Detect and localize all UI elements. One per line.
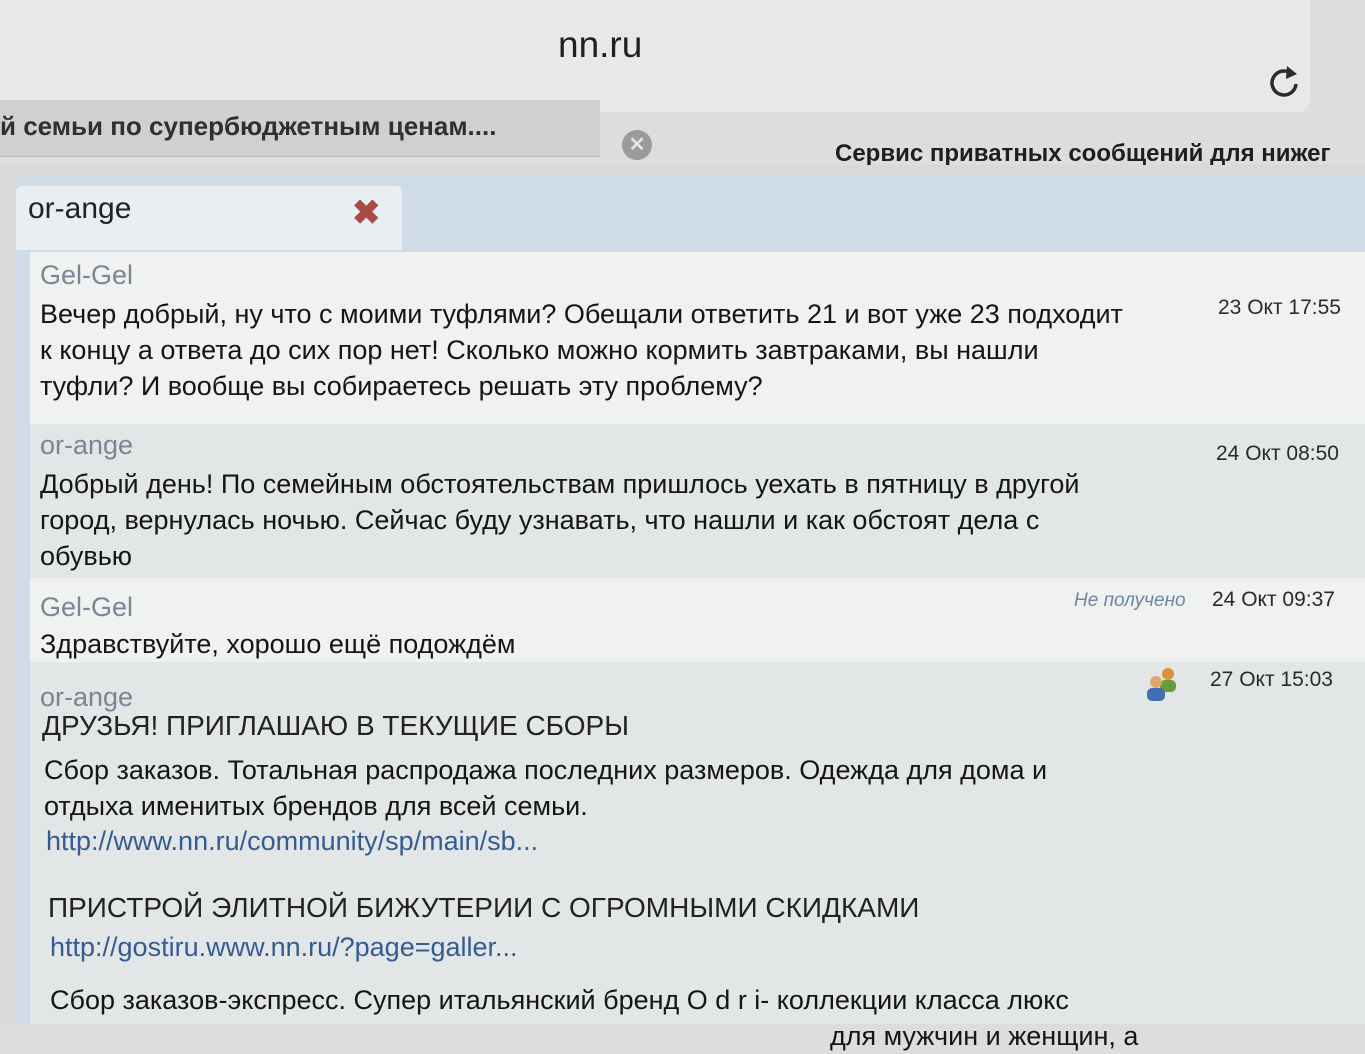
message-heading: ПРИСТРОЙ ЭЛИТНОЙ БИЖУТЕРИИ С ОГРОМНЫМИ С… — [48, 892, 920, 923]
message-line: Добрый день! По семейным обстоятельствам… — [40, 469, 1080, 499]
message-author[interactable]: Gel-Gel — [40, 592, 133, 623]
browser-tab-1[interactable]: й семьи по супербюджетным ценам.... — [0, 100, 600, 157]
browser-tab-2-title[interactable]: Сервис приватных сообщений для нижег — [835, 140, 1365, 168]
message-line: Вечер добрый, ну что с моими туфлями? Об… — [40, 299, 1123, 329]
message-line: Здравствуйте, хорошо ещё подождём — [40, 629, 516, 659]
address-bar[interactable]: nn.ru — [0, 0, 1310, 112]
browser-tab-1-title: й семьи по супербюджетным ценам.... — [0, 111, 497, 141]
message-author[interactable]: Gel-Gel — [40, 260, 133, 291]
message-text: Сбор заказов. Тотальная распродажа после… — [44, 752, 1209, 824]
message-time: 27 Окт 15:03 — [1210, 668, 1333, 691]
delivery-status: Не получено — [1074, 590, 1186, 611]
chat-tab-title[interactable]: or-ange — [28, 192, 131, 226]
message-link[interactable]: http://www.nn.ru/community/sp/main/sb... — [46, 826, 538, 857]
message-item: or-ange 27 Окт 15:03 ДРУЗЬЯ! ПРИГЛАШАЮ В… — [30, 662, 1365, 1051]
message-line: Сбор заказов. Тотальная распродажа после… — [44, 755, 1048, 785]
message-text: Здравствуйте, хорошо ещё подождём — [40, 626, 1205, 662]
message-line: отдыха именитых брендов для всей семьи. — [44, 791, 588, 821]
message-item: Gel-Gel 23 Окт 17:55 Вечер добрый, ну чт… — [30, 252, 1365, 424]
message-line: обувью — [40, 541, 133, 571]
message-item: or-ange 24 Окт 08:50 Добрый день! По сем… — [30, 424, 1365, 578]
message-line: туфли? И вообще вы собираетесь решать эт… — [40, 371, 763, 401]
reload-icon[interactable] — [1262, 60, 1306, 104]
message-line: для мужчин и женщин, а — [830, 1021, 1139, 1051]
message-item: Gel-Gel Не получено 24 Окт 09:37 Здравст… — [30, 578, 1365, 662]
message-link[interactable]: http://gostiru.www.nn.ru/?page=galler... — [50, 932, 518, 963]
message-text: Сбор заказов-экспресс. Супер итальянский… — [50, 982, 1215, 1054]
close-circle-icon[interactable]: ✕ — [622, 130, 652, 160]
message-text: Добрый день! По семейным обстоятельствам… — [40, 466, 1205, 574]
message-time: 24 Окт 09:37 — [1212, 588, 1335, 611]
message-line: Сбор заказов-экспресс. Супер итальянский… — [50, 985, 1069, 1015]
group-users-icon[interactable] — [1142, 664, 1182, 704]
close-x-icon[interactable]: ✖ — [352, 196, 381, 230]
message-text: Вечер добрый, ну что с моими туфлями? Об… — [40, 296, 1205, 404]
message-time: 24 Окт 08:50 — [1216, 442, 1339, 465]
message-heading: ДРУЗЬЯ! ПРИГЛАШАЮ В ТЕКУЩИЕ СБОРЫ — [42, 710, 629, 741]
message-line: к концу а ответа до сих пор нет! Сколько… — [40, 335, 1039, 365]
message-author[interactable]: or-ange — [40, 430, 133, 461]
message-author[interactable]: or-ange — [40, 682, 133, 713]
message-line: город, вернулась ночью. Сейчас буду узна… — [40, 505, 1040, 535]
url-text[interactable]: nn.ru — [558, 24, 642, 66]
message-time: 23 Окт 17:55 — [1218, 296, 1341, 319]
